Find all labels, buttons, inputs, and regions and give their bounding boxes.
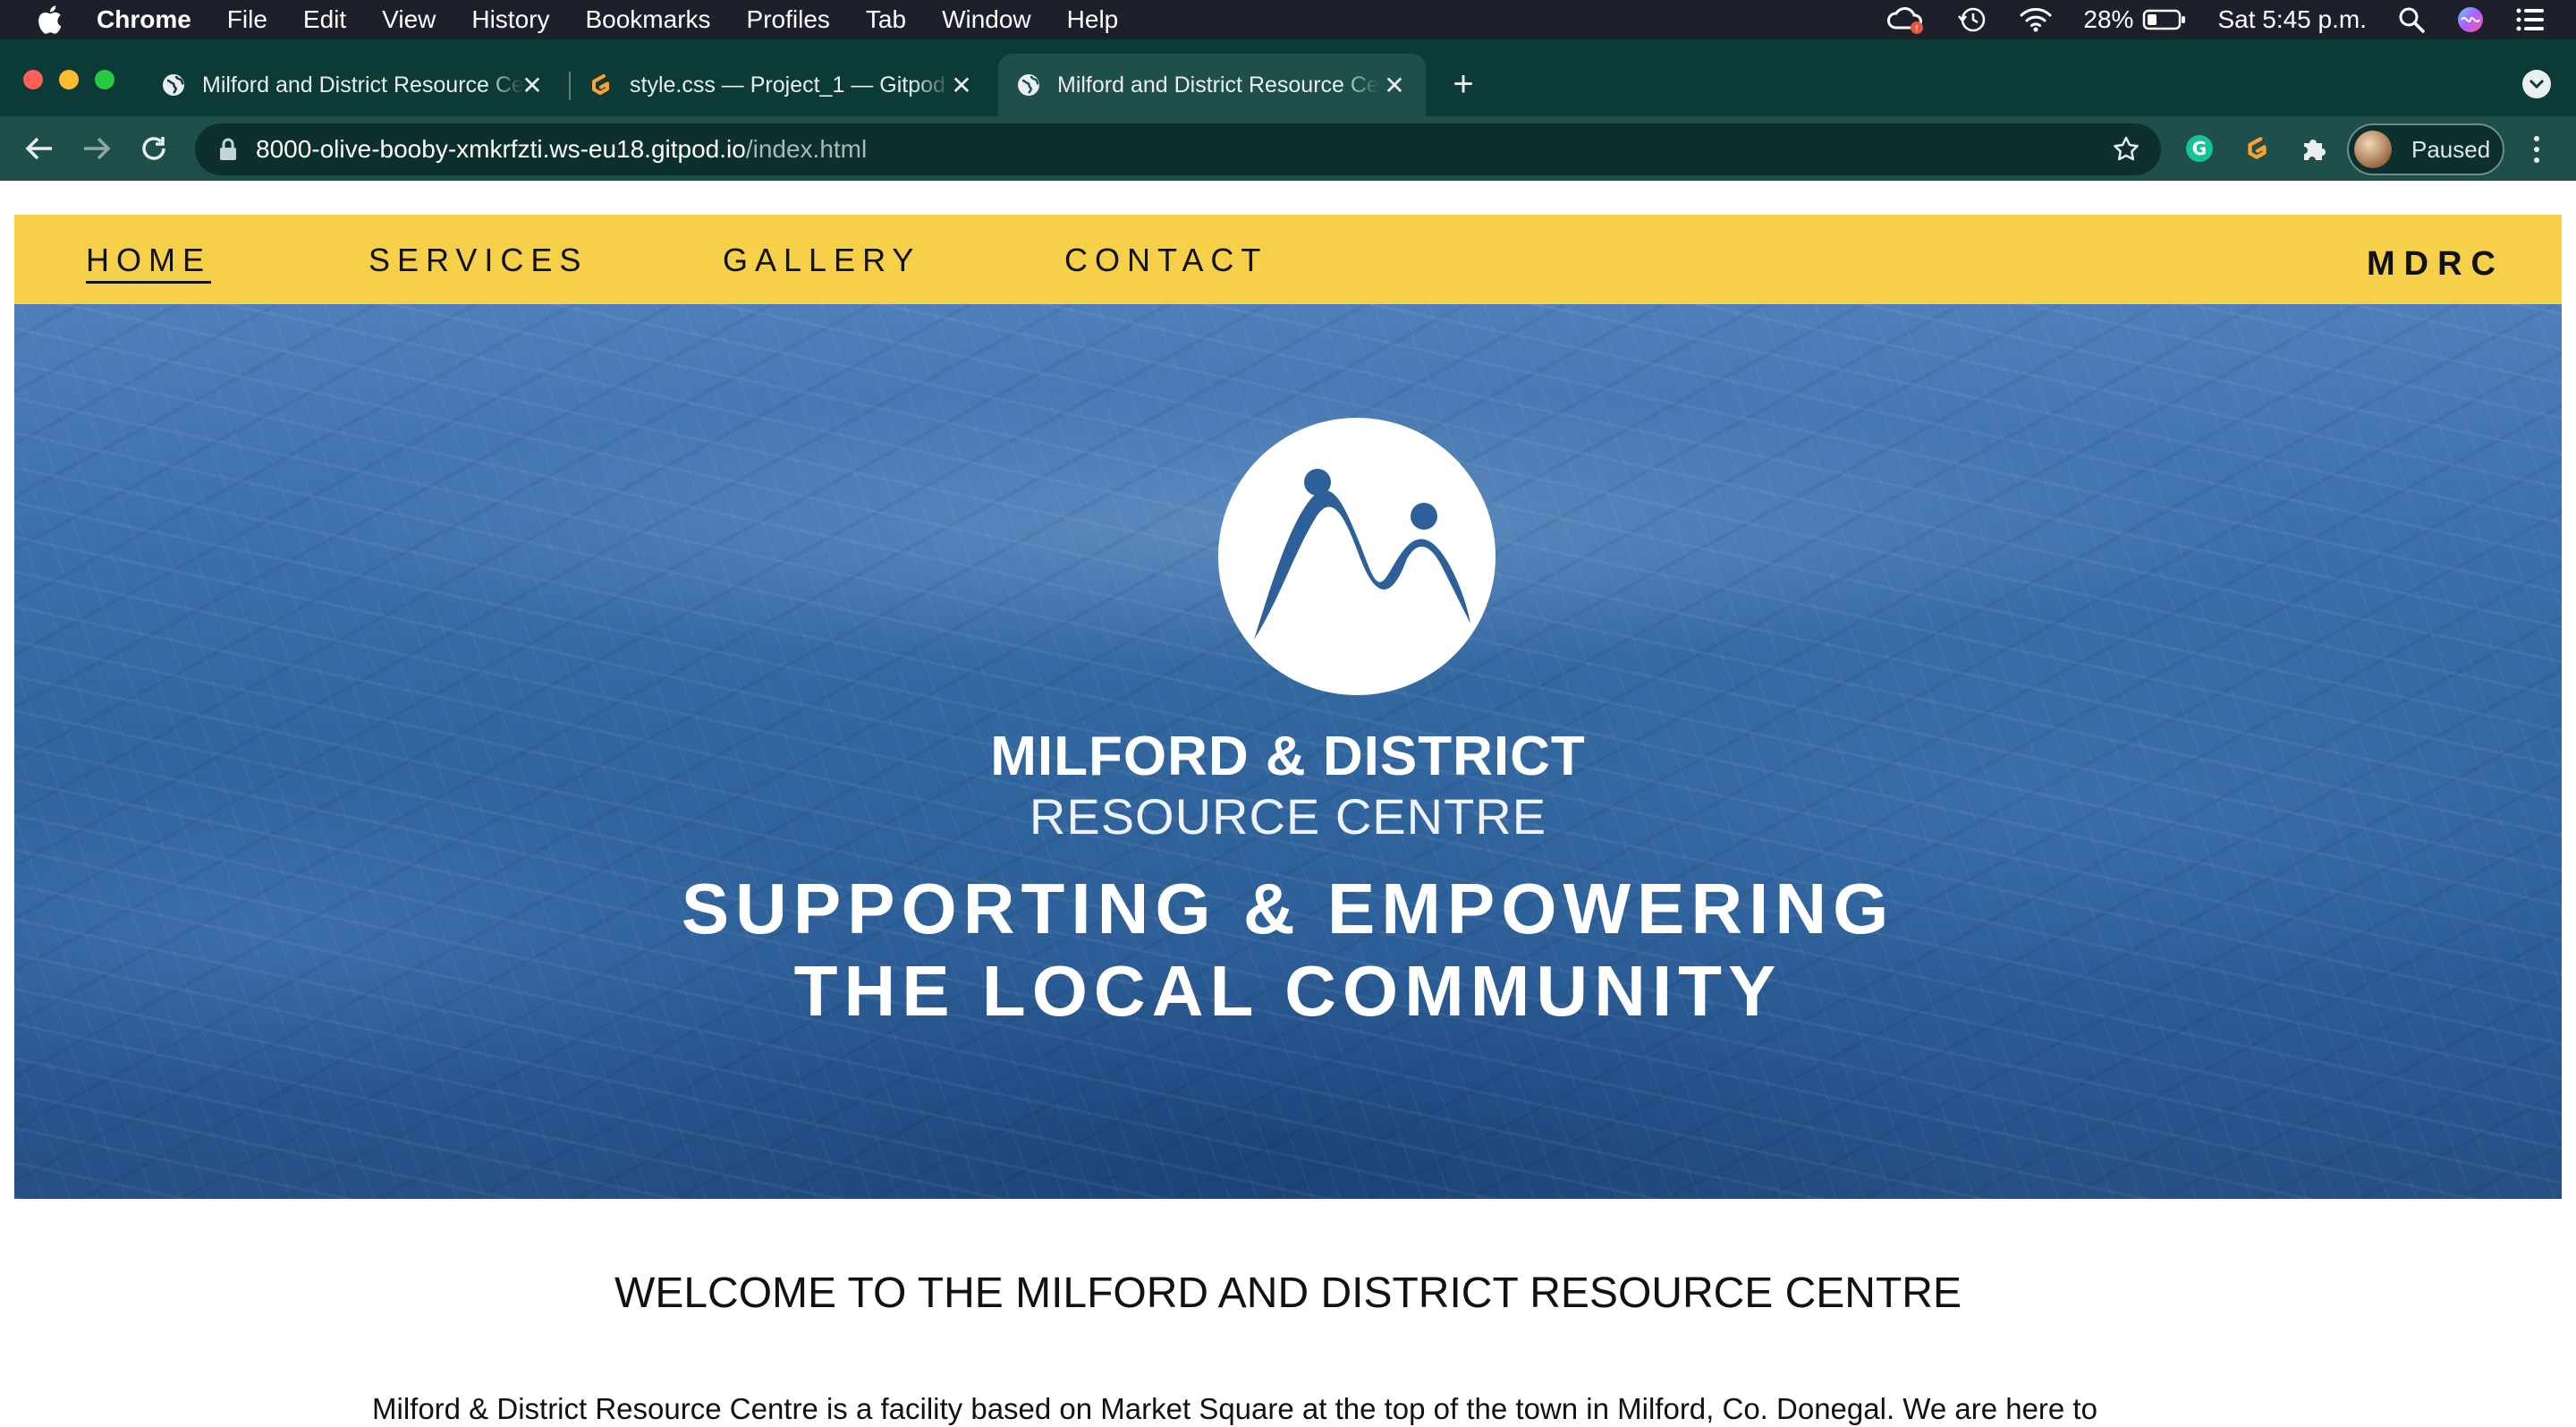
hero-org-subtitle: RESOURCE CENTRE — [1029, 788, 1547, 845]
tab-separator — [569, 72, 571, 100]
nav-link-services[interactable]: SERVICES — [369, 242, 588, 279]
nav-link-contact[interactable]: CONTACT — [1064, 242, 1267, 279]
menu-view[interactable]: View — [382, 5, 436, 34]
chrome-toolbar: 8000-olive-booby-xmkrfzti.ws-eu18.gitpod… — [0, 116, 2576, 181]
tab-gitpod-style-css[interactable]: style.css — Project_1 — Gitpod Code ✕ — [572, 54, 993, 116]
avatar — [2354, 131, 2392, 168]
close-icon[interactable]: ✕ — [519, 72, 546, 99]
control-center-icon[interactable] — [2515, 6, 2546, 33]
hero-tagline-line-1: SUPPORTING & EMPOWERING — [681, 869, 1895, 948]
extensions-puzzle-icon[interactable] — [2297, 132, 2331, 166]
chrome-tab-strip: Milford and District Resource Centre ✕ s… — [0, 39, 2576, 116]
menu-profiles[interactable]: Profiles — [747, 5, 830, 34]
reload-button[interactable] — [136, 131, 172, 166]
address-bar[interactable]: 8000-olive-booby-xmkrfzti.ws-eu18.gitpod… — [195, 123, 2161, 175]
gitpod-icon — [587, 72, 614, 98]
close-icon[interactable]: ✕ — [948, 72, 975, 99]
tab-search-button[interactable] — [2522, 70, 2551, 98]
menu-tab[interactable]: Tab — [866, 5, 906, 34]
lock-icon[interactable] — [216, 136, 240, 163]
window-minimize-button[interactable] — [59, 70, 79, 89]
siri-icon[interactable] — [2456, 5, 2485, 34]
profile-button[interactable]: Paused — [2347, 123, 2504, 175]
chevron-down-icon — [2529, 79, 2545, 89]
tab-milford-1[interactable]: Milford and District Resource Centre ✕ — [143, 54, 564, 116]
hero-banner: MILFORD & DISTRICT RESOURCE CENTRE SUPPO… — [14, 304, 2562, 1199]
forward-button[interactable] — [79, 131, 114, 166]
url-path: /index.html — [745, 135, 868, 163]
intro-paragraph: Milford & District Resource Centre is a … — [372, 1392, 2097, 1425]
wifi-icon[interactable] — [2019, 6, 2053, 33]
new-tab-button[interactable]: + — [1447, 66, 1479, 102]
nav-link-gallery[interactable]: GALLERY — [723, 242, 920, 279]
spotlight-search-icon[interactable] — [2397, 5, 2426, 34]
menubar-clock[interactable]: Sat 5:45 p.m. — [2217, 5, 2367, 34]
time-machine-icon[interactable] — [1956, 4, 1988, 35]
nav-link-home[interactable]: HOME — [86, 242, 211, 284]
site-brand-logo-text[interactable]: MDRC — [2367, 245, 2504, 284]
menu-edit[interactable]: Edit — [303, 5, 346, 34]
macos-menu-bar: Chrome File Edit View History Bookmarks … — [0, 0, 2576, 39]
back-button[interactable] — [21, 131, 57, 166]
window-close-button[interactable] — [23, 70, 43, 89]
svg-text:!: ! — [1915, 24, 1919, 34]
page-viewport: HOME SERVICES GALLERY CONTACT MDRC MILFO… — [0, 181, 2576, 1427]
menu-file[interactable]: File — [227, 5, 267, 34]
bookmark-star-icon[interactable] — [2111, 134, 2141, 165]
tab-title: Milford and District Resource Centre — [202, 72, 524, 98]
window-zoom-button[interactable] — [95, 70, 114, 89]
close-icon[interactable]: ✕ — [1381, 72, 1408, 99]
hero-tagline-line-2: THE LOCAL COMMUNITY — [793, 951, 1783, 1031]
site-navbar: HOME SERVICES GALLERY CONTACT MDRC — [14, 215, 2562, 304]
welcome-heading: WELCOME TO THE MILFORD AND DISTRICT RESO… — [614, 1270, 1962, 1317]
menu-bookmarks[interactable]: Bookmarks — [585, 5, 710, 34]
hero-org-name: MILFORD & DISTRICT — [990, 726, 1586, 787]
svg-text:G: G — [2192, 138, 2207, 159]
globe-icon — [1016, 72, 1041, 98]
menu-history[interactable]: History — [471, 5, 549, 34]
arrow-right-icon — [84, 137, 111, 160]
profile-status-label: Paused — [2411, 135, 2491, 163]
arrow-left-icon — [25, 137, 52, 160]
battery-percent: 28% — [2083, 5, 2134, 33]
menu-window[interactable]: Window — [942, 5, 1031, 34]
url-host: 8000-olive-booby-xmkrfzti.ws-eu18.gitpod… — [256, 135, 746, 163]
battery-icon[interactable] — [2142, 8, 2187, 31]
grammarly-extension-icon[interactable]: G — [2182, 132, 2216, 166]
mdrc-logo — [1218, 418, 1496, 695]
tab-milford-active[interactable]: Milford and District Resource Centre ✕ — [998, 54, 1426, 116]
apple-icon[interactable] — [34, 4, 64, 35]
tab-title: style.css — Project_1 — Gitpod Code — [630, 72, 952, 98]
creative-cloud-icon[interactable]: ! — [1886, 4, 1926, 35]
globe-icon — [161, 72, 186, 98]
chrome-menu-icon[interactable] — [2526, 132, 2547, 166]
gitpod-extension-icon[interactable] — [2240, 132, 2274, 166]
menu-app-chrome[interactable]: Chrome — [97, 5, 191, 34]
tab-title: Milford and District Resource Centre — [1057, 72, 1379, 98]
reload-icon — [142, 137, 165, 160]
menu-help[interactable]: Help — [1067, 5, 1119, 34]
